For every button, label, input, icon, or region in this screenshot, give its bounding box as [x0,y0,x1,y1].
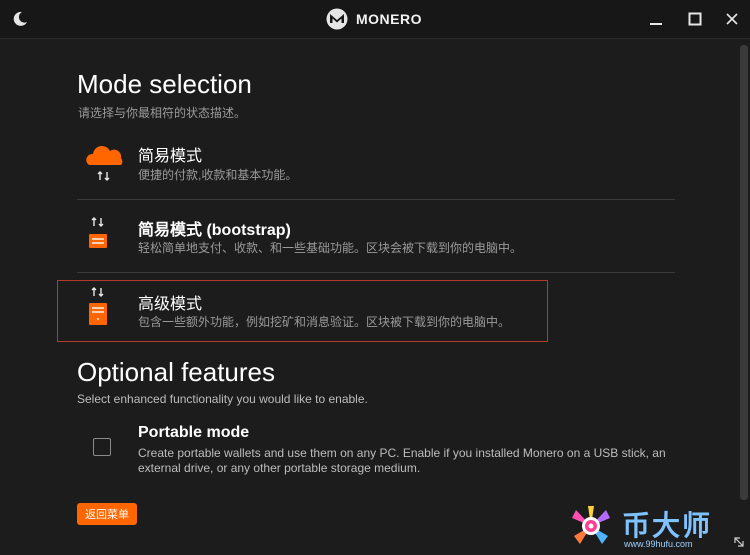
maximize-button[interactable] [684,8,706,30]
watermark: 币大师 www.99hufu.com [566,502,736,550]
watermark-logo-icon [566,502,616,555]
watermark-text: 币大师 [622,510,713,541]
brand: MONERO [326,8,422,30]
mode-option-simple[interactable]: 简易模式 便捷的付款,收款和基本功能。 [77,137,675,207]
portable-mode-description: Create portable wallets and use them on … [138,446,666,475]
monero-logo-icon [326,8,348,30]
optional-features-subtitle: Select enhanced functionality you would … [77,392,368,406]
cloud-sync-icon [83,141,127,190]
divider [77,272,675,273]
mode-description: 便捷的付款,收款和基本功能。 [138,168,298,182]
divider [77,199,675,200]
page-subtitle: 请选择与你最相符的状态描述。 [78,106,247,120]
brand-name: MONERO [356,11,422,27]
sync-server-icon [83,287,127,336]
mode-option-advanced[interactable]: 高级模式 包含一些额外功能，例如挖矿和消息验证。区块被下载到你的电脑中。 [77,284,675,354]
close-button[interactable] [721,8,743,30]
portable-mode-title: Portable mode [138,424,250,441]
moon-icon[interactable] [11,10,29,28]
minimize-button[interactable] [645,8,667,30]
back-to-menu-button[interactable]: 返回菜单 [77,503,137,525]
watermark-url: www.99hufu.com [624,539,693,549]
mode-title: 简易模式 [138,148,203,165]
optional-features-title: Optional features [77,357,276,387]
scrollbar[interactable] [740,45,748,500]
mode-option-bootstrap[interactable]: 简易模式 (bootstrap) 轻松简单地支付、收款、和一些基础功能。区块会被… [77,210,675,280]
mode-title: 高级模式 [138,296,203,313]
mode-description: 轻松简单地支付、收款、和一些基础功能。区块会被下载到你的电脑中。 [138,241,523,255]
title-bar: MONERO [0,0,750,39]
sync-storage-icon [83,216,127,261]
resize-handle-icon[interactable] [733,535,745,547]
portable-mode-checkbox[interactable] [93,438,111,456]
page-title: Mode selection [77,69,252,99]
mode-description: 包含一些额外功能，例如挖矿和消息验证。区块被下载到你的电脑中。 [138,315,511,329]
mode-title: 简易模式 (bootstrap) [138,222,291,239]
